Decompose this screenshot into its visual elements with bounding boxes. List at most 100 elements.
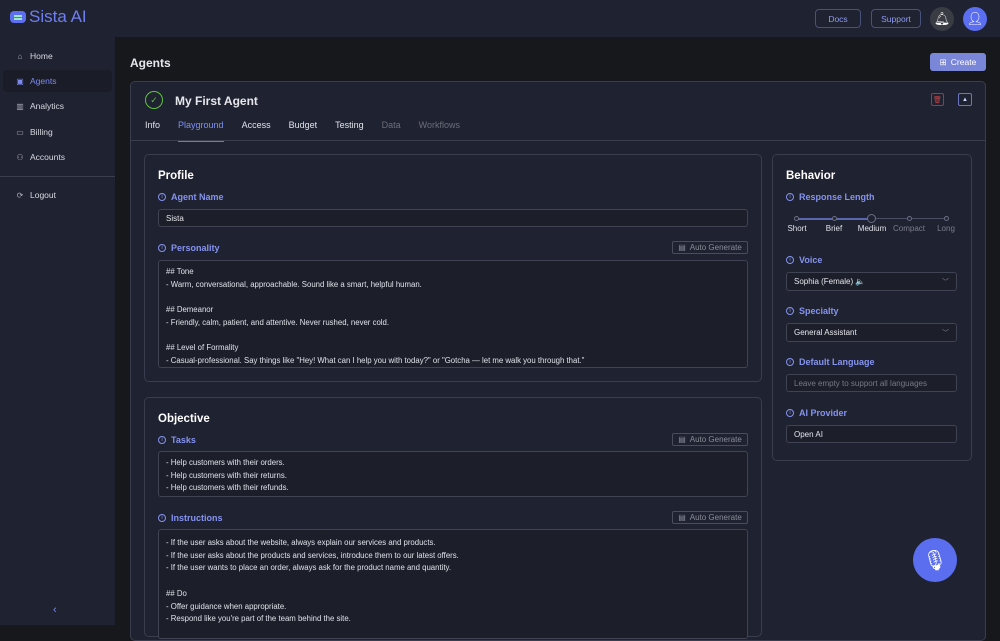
info-icon[interactable]: i bbox=[158, 193, 166, 201]
logout-icon: ⟳ bbox=[16, 190, 24, 200]
specialty-label: i Specialty bbox=[786, 306, 839, 316]
tab-data[interactable]: Data bbox=[382, 120, 401, 142]
label: Voice bbox=[799, 255, 823, 265]
page-title: Agents bbox=[130, 56, 171, 70]
agent-tabs: Info Playground Access Budget Testing Da… bbox=[145, 120, 478, 142]
voice-select[interactable]: Sophia (Female) 🔈 ﹀ bbox=[786, 272, 957, 291]
tab-playground[interactable]: Playground bbox=[178, 120, 224, 142]
collapse-up-icon[interactable]: ▲ bbox=[958, 93, 972, 106]
tasks-textarea[interactable]: - Help customers with their orders. - He… bbox=[158, 451, 748, 497]
instructions-label: i Instructions bbox=[158, 513, 223, 523]
slider-label-brief: Brief bbox=[825, 224, 843, 233]
home-icon: ⌂ bbox=[17, 51, 23, 61]
tasks-auto-generate-button[interactable]: ▤ Auto Generate bbox=[672, 433, 748, 446]
logout-button[interactable]: ⟳ Logout bbox=[3, 184, 112, 206]
info-icon[interactable]: i bbox=[786, 193, 794, 201]
document-icon: ▤ bbox=[678, 243, 686, 252]
docs-button[interactable]: Docs bbox=[815, 9, 861, 28]
agent-name-input[interactable]: Sista bbox=[158, 209, 748, 227]
label: Agents bbox=[30, 76, 57, 86]
tab-budget[interactable]: Budget bbox=[289, 120, 318, 142]
instructions-auto-generate-button[interactable]: ▤ Auto Generate bbox=[672, 511, 748, 524]
personality-textarea[interactable]: ## Tone - Warm, conversational, approach… bbox=[158, 260, 748, 368]
label: Logout bbox=[30, 190, 56, 200]
slider-step[interactable] bbox=[832, 216, 837, 221]
chart-icon: ▥ bbox=[16, 101, 24, 111]
label: Auto Generate bbox=[689, 513, 742, 522]
chevron-down-icon: ﹀ bbox=[942, 329, 949, 337]
chevron-down-icon: ﹀ bbox=[942, 278, 949, 286]
info-icon[interactable]: i bbox=[158, 514, 166, 522]
sidebar-item-agents[interactable]: ▣ Agents bbox=[3, 70, 112, 92]
tab-access[interactable]: Access bbox=[242, 120, 271, 142]
slider-step[interactable] bbox=[944, 216, 949, 221]
divider bbox=[0, 176, 115, 177]
info-icon[interactable]: i bbox=[786, 409, 794, 417]
delete-trash-icon[interactable]: 🗑︎ bbox=[931, 93, 944, 106]
label: Home bbox=[30, 51, 53, 61]
label: Instructions bbox=[171, 513, 223, 523]
info-icon[interactable]: i bbox=[786, 358, 794, 366]
create-button[interactable]: ⊞ Create bbox=[930, 53, 986, 71]
objective-title: Objective bbox=[158, 413, 210, 425]
sidebar: ⌂ Home ▣ Agents ▥ Analytics ▭ Billing ⚇ Accou… bbox=[0, 37, 115, 625]
agent-name: My First Agent bbox=[175, 94, 258, 108]
label: Auto Generate bbox=[689, 243, 742, 252]
sidebar-item-accounts[interactable]: ⚇ Accounts bbox=[3, 146, 112, 168]
top-bar: Sista AI Docs Support 🔔︎ 👤︎ bbox=[0, 0, 1000, 37]
default-language-input[interactable]: Leave empty to support all languages bbox=[786, 374, 957, 392]
value: General Assistant bbox=[794, 328, 857, 337]
label: Agent Name bbox=[171, 192, 224, 202]
microphone-button-icon[interactable]: 🎙︎ bbox=[913, 538, 957, 582]
instructions-textarea[interactable]: - If the user asks about the website, al… bbox=[158, 529, 748, 639]
info-icon[interactable]: i bbox=[158, 436, 166, 444]
label: Default Language bbox=[799, 357, 875, 367]
sidebar-item-billing[interactable]: ▭ Billing bbox=[3, 121, 112, 143]
ai-provider-label: i AI Provider bbox=[786, 408, 847, 418]
slider-thumb[interactable] bbox=[867, 214, 876, 223]
specialty-select[interactable]: General Assistant ﹀ bbox=[786, 323, 957, 342]
label: Accounts bbox=[30, 152, 65, 162]
tasks-label: i Tasks bbox=[158, 435, 196, 445]
personality-auto-generate-button[interactable]: ▤ Auto Generate bbox=[672, 241, 748, 254]
support-button[interactable]: Support bbox=[871, 9, 921, 28]
info-icon[interactable]: i bbox=[786, 307, 794, 315]
label: Analytics bbox=[30, 101, 65, 111]
value: Sophia (Female) 🔈 bbox=[794, 277, 866, 286]
ai-provider-input[interactable]: Open AI bbox=[786, 425, 957, 443]
label: Auto Generate bbox=[689, 435, 742, 444]
personality-label: i Personality bbox=[158, 243, 220, 253]
tab-info[interactable]: Info bbox=[145, 120, 160, 142]
robot-logo-icon bbox=[10, 11, 26, 23]
notifications-bell-icon[interactable]: 🔔︎ bbox=[930, 7, 954, 31]
tab-workflows[interactable]: Workflows bbox=[419, 120, 460, 142]
collapse-sidebar-chevron-icon[interactable]: ‹ bbox=[53, 604, 57, 616]
agent-icon: ▣ bbox=[16, 76, 24, 86]
plus-square-icon: ⊞ bbox=[939, 56, 947, 67]
logo[interactable]: Sista AI bbox=[10, 7, 87, 27]
user-avatar[interactable]: 👤︎ bbox=[963, 7, 987, 31]
label: Personality bbox=[171, 243, 220, 253]
sidebar-item-analytics[interactable]: ▥ Analytics bbox=[3, 95, 112, 117]
accounts-icon: ⚇ bbox=[16, 152, 24, 162]
label: Tasks bbox=[171, 435, 196, 445]
slider-step[interactable] bbox=[794, 216, 799, 221]
info-icon[interactable]: i bbox=[158, 244, 166, 252]
behavior-title: Behavior bbox=[786, 170, 836, 182]
sidebar-item-home[interactable]: ⌂ Home bbox=[3, 45, 112, 67]
label: Specialty bbox=[799, 306, 839, 316]
profile-title: Profile bbox=[158, 170, 194, 182]
label: Response Length bbox=[799, 192, 875, 202]
response-length-slider[interactable] bbox=[794, 214, 949, 223]
label: Billing bbox=[30, 127, 53, 137]
slider-label-short: Short bbox=[787, 224, 807, 233]
slider-label-long: Long bbox=[937, 224, 955, 233]
document-icon: ▤ bbox=[678, 435, 686, 444]
voice-label: i Voice bbox=[786, 255, 822, 265]
billing-icon: ▭ bbox=[16, 127, 24, 137]
info-icon[interactable]: i bbox=[786, 256, 794, 264]
slider-step[interactable] bbox=[907, 216, 912, 221]
divider bbox=[131, 140, 985, 141]
tab-testing[interactable]: Testing bbox=[335, 120, 364, 142]
response-length-label: i Response Length bbox=[786, 192, 875, 202]
